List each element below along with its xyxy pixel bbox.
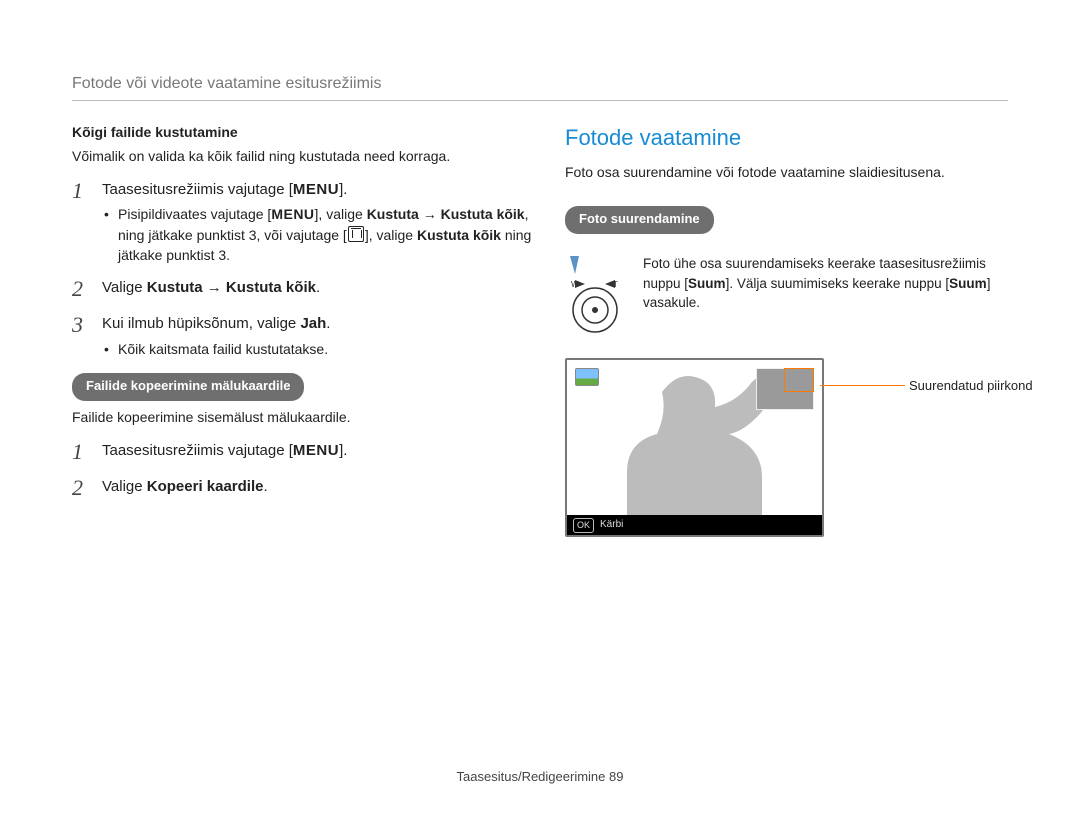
t: Kustuta → Kustuta kõik: [367, 206, 525, 222]
t: ].: [339, 442, 347, 459]
step-text: Taasesitusrežiimis vajutage [: [102, 181, 293, 198]
step1-subbullet: Pisipildivaates vajutage [MENU], valige …: [102, 204, 532, 265]
crop-label: Kärbi: [600, 518, 623, 533]
trash-icon: [348, 226, 364, 242]
zoom-heading: Foto suurendamine: [565, 206, 714, 234]
step-number: 2: [72, 277, 90, 301]
delete-step-2: 2 Valige Kustuta → Kustuta kõik.: [72, 277, 532, 301]
copy-files-heading: Failide kopeerimine mälukaardile: [72, 373, 304, 401]
copy-step-1: 1 Taasesitusrežiimis vajutage [MENU].: [72, 440, 532, 464]
menu-button-label: MENU: [293, 181, 339, 198]
section-intro: Foto osa suurendamine või fotode vaatami…: [565, 162, 1025, 182]
zoom-region-indicator: [784, 368, 814, 392]
right-column: Fotode vaatamine Foto osa suurendamine v…: [565, 122, 1025, 537]
t: Pisipildivaates vajutage [: [118, 206, 271, 222]
copy-files-desc: Failide kopeerimine sisemälust mälukaard…: [72, 407, 532, 427]
header-rule: [72, 100, 1008, 101]
t: Suum: [688, 276, 726, 291]
t: ], valige: [365, 227, 417, 243]
photo-preview: OK Kärbi: [565, 358, 824, 537]
t: Valige: [102, 279, 147, 296]
step-number: 1: [72, 179, 90, 203]
copy-step-2: 2 Valige Kopeeri kaardile.: [72, 476, 532, 500]
delete-step-1: 1 Taasesitusrežiimis vajutage [MENU]. Pi…: [72, 179, 532, 266]
annotation-label: Suurendatud piirkond: [909, 377, 1059, 396]
t: Kustuta kõik: [417, 227, 501, 243]
t: Jah: [300, 315, 326, 332]
t: Kopeeri kaardile: [147, 478, 264, 495]
delete-step-3: 3 Kui ilmub hüpiksõnum, valige Jah. Kõik…: [72, 313, 532, 359]
t: .: [326, 315, 330, 332]
zoom-minimap: [756, 368, 814, 410]
t: .: [316, 279, 320, 296]
page-header: Fotode või videote vaatamine esitusrežii…: [72, 72, 1008, 95]
left-column: Kõigi failide kustutamine Võimalik on va…: [72, 122, 532, 500]
ok-button-icon: OK: [573, 518, 594, 533]
t: Kui ilmub hüpiksõnum, valige: [102, 315, 300, 332]
step-number: 1: [72, 440, 90, 464]
section-title: Fotode vaatamine: [565, 122, 1025, 154]
t: Kustuta → Kustuta kõik: [147, 279, 316, 296]
menu-button-label: MENU: [293, 442, 339, 459]
t: Suum: [949, 276, 987, 291]
menu-button-label: MENU: [271, 206, 314, 222]
zoom-dial-icon: W T: [565, 254, 625, 336]
t: .: [263, 478, 267, 495]
t: Valige: [102, 478, 147, 495]
annotation-leader: [820, 385, 905, 386]
step-text: ].: [339, 181, 347, 198]
step-number: 3: [72, 313, 90, 337]
delete-all-heading: Kõigi failide kustutamine: [72, 122, 532, 142]
delete-all-desc: Võimalik on valida ka kõik failid ning k…: [72, 146, 532, 166]
t: Taasesitusrežiimis vajutage [: [102, 442, 293, 459]
zoom-instructions: Foto ühe osa suurendamiseks keerake taas…: [643, 254, 1025, 336]
page-footer: Taasesitus/Redigeerimine 89: [0, 768, 1080, 787]
t: ]. Välja suumimiseks keerake nuppu [: [726, 276, 950, 291]
step3-subbullet: Kõik kaitsmata failid kustutatakse.: [102, 339, 532, 359]
t: ], valige: [315, 206, 367, 222]
step-number: 2: [72, 476, 90, 500]
preview-footer: OK Kärbi: [567, 515, 822, 535]
